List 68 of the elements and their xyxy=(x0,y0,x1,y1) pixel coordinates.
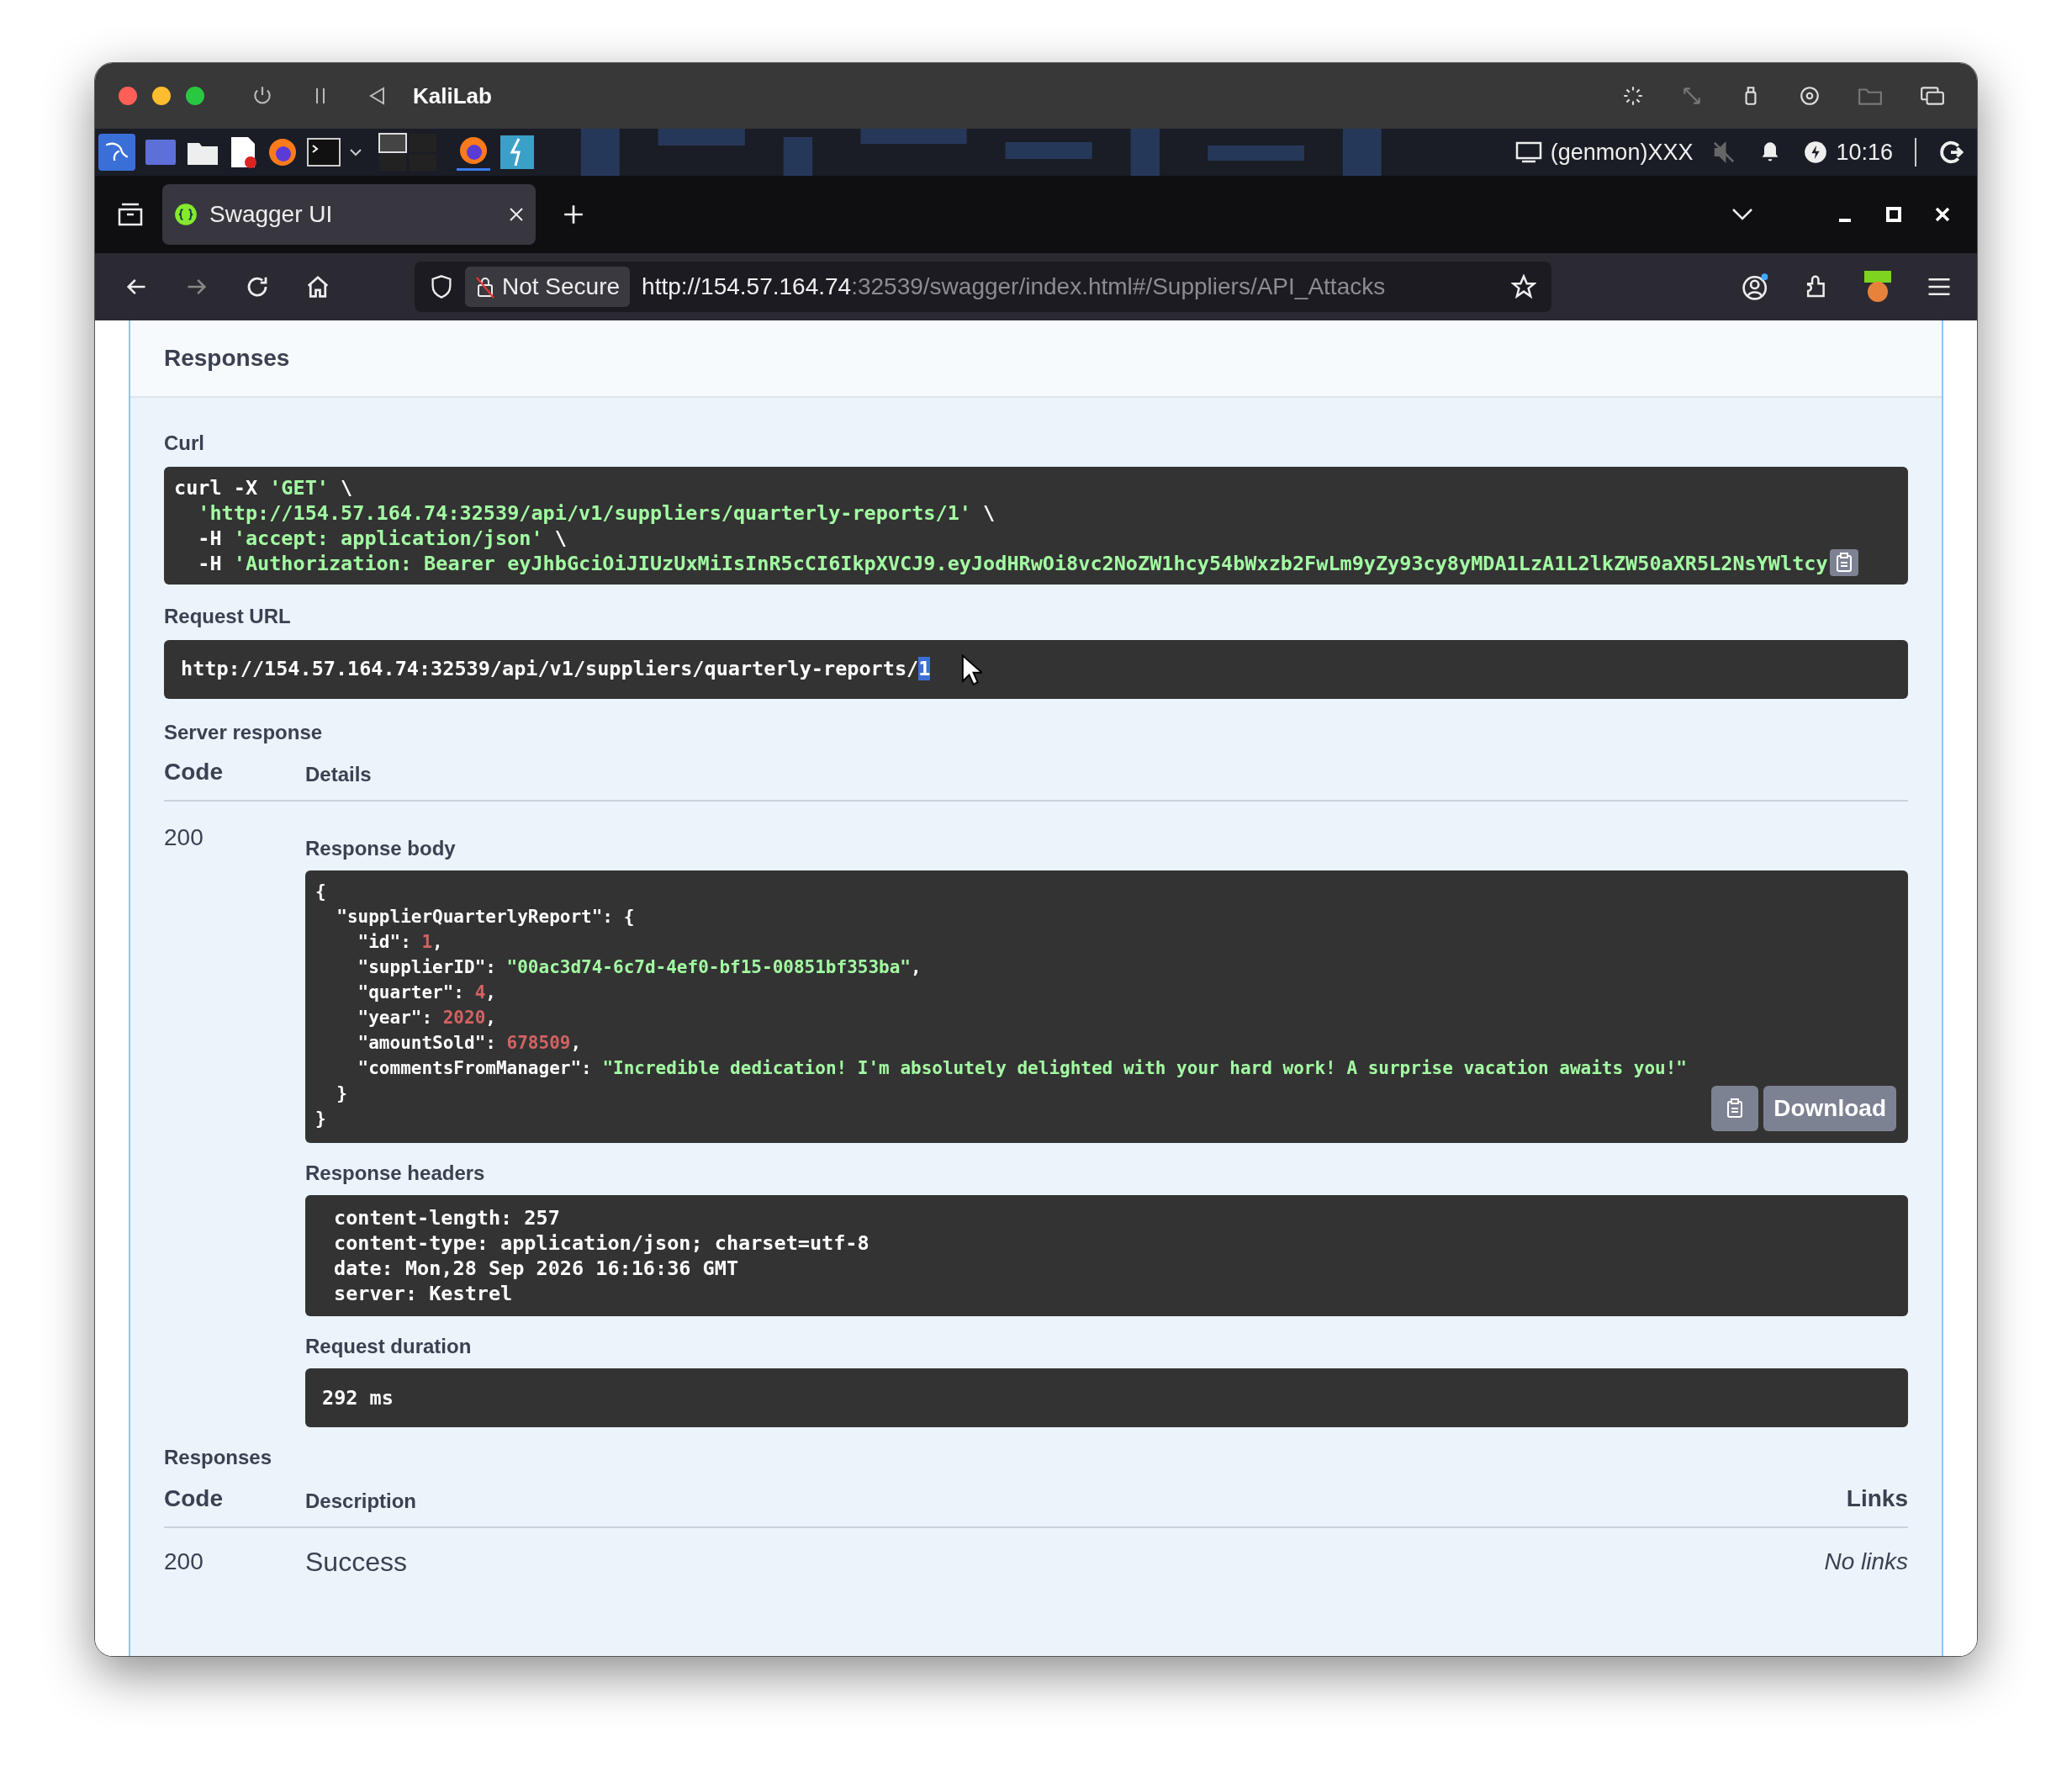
back-triangle-icon[interactable] xyxy=(367,86,386,106)
genmon-indicator: (genmon)XXX xyxy=(1550,138,1694,167)
terminal-icon[interactable] xyxy=(307,138,341,167)
column-header: Links xyxy=(1846,1484,1908,1513)
clock: 10:16 xyxy=(1836,138,1893,167)
curl-command: curl -X 'GET' \ 'http://154.57.164.74:32539/api/v1/suppliers/quarterly-reports/1' \ -H 'accept: application/json' \ -H 'Authorization: Bearer eyJhbGciOiJIUzUxMiIsInR5cCI6IkpXVCJ9.eyJodHRwOi8vc2NoZW1hcy54bWxzb2FwLm9yZy93cy8yMDA1LzA1L2lkZW50aXR5L2NsYWltcy xyxy=(174,475,1828,576)
close-tab-icon[interactable] xyxy=(509,207,524,222)
home-icon[interactable] xyxy=(305,274,330,299)
mouse-pointer-icon xyxy=(960,653,983,685)
request-url-label: Request URL xyxy=(164,604,292,629)
status-code: 200 xyxy=(164,1548,204,1576)
request-url: http://154.57.164.74:32539/api/v1/suppliers/quarterly-reports/1 xyxy=(181,656,931,683)
kali-menu-icon[interactable] xyxy=(98,134,135,171)
status-code: 200 xyxy=(164,823,204,852)
column-header: Code xyxy=(164,1484,224,1513)
download-button[interactable]: Download xyxy=(1763,1086,1896,1131)
power-manager-icon[interactable] xyxy=(1804,140,1828,164)
response-headers-label: Response headers xyxy=(305,1161,486,1186)
maximize-icon[interactable] xyxy=(1886,207,1901,222)
request-duration-value: 292 ms xyxy=(322,1385,394,1410)
clipboard-icon xyxy=(1834,553,1853,573)
not-secure-chip[interactable]: Not Secure xyxy=(465,267,631,307)
star-icon[interactable] xyxy=(1511,274,1536,299)
monitor-icon[interactable] xyxy=(1514,140,1542,164)
tab-title: Swagger UI xyxy=(209,200,333,229)
tab-tray-icon[interactable] xyxy=(117,202,144,227)
copy-button[interactable] xyxy=(1711,1086,1759,1131)
responses-label: Responses xyxy=(164,1445,273,1470)
clipboard-icon xyxy=(1726,1098,1745,1119)
new-tab-icon[interactable] xyxy=(563,204,584,225)
minimize-window-button[interactable] xyxy=(152,87,171,105)
copy-button[interactable] xyxy=(1829,549,1858,576)
menu-icon[interactable] xyxy=(1927,276,1952,298)
desktop-icon[interactable] xyxy=(144,138,177,167)
section-title: Responses xyxy=(164,344,290,373)
server-response-label: Server response xyxy=(164,720,324,745)
curl-label: Curl xyxy=(164,431,205,456)
chevron-down-icon[interactable] xyxy=(1731,208,1753,221)
resize-arrows-icon[interactable] xyxy=(1681,85,1703,107)
browser-tab[interactable]: Swagger UI xyxy=(162,184,536,245)
links-text: No links xyxy=(1824,1548,1908,1576)
chevron-down-icon[interactable] xyxy=(349,147,362,157)
response-description: Success xyxy=(305,1546,408,1579)
windows-icon[interactable] xyxy=(1920,85,1945,107)
window-title: KaliLab xyxy=(413,82,492,110)
close-window-button[interactable] xyxy=(119,87,137,105)
lightning-app-icon[interactable] xyxy=(500,135,534,169)
security-label: Not Secure xyxy=(502,272,621,301)
logout-icon[interactable] xyxy=(1938,140,1964,165)
column-header: Description xyxy=(305,1489,418,1514)
column-header: Code xyxy=(164,758,224,786)
disc-icon[interactable] xyxy=(1799,85,1821,107)
cursor-sparkle-icon[interactable] xyxy=(1622,85,1644,107)
zoom-window-button[interactable] xyxy=(186,87,204,105)
close-icon[interactable] xyxy=(1935,207,1950,222)
browser-icon[interactable] xyxy=(267,136,299,168)
response-body-label: Response body xyxy=(305,836,457,861)
url-text: http://154.57.164.74:32539/swagger/index.html#/Suppliers/API_Attacks xyxy=(642,272,1387,301)
shield-icon[interactable] xyxy=(430,274,453,299)
crossed-lock-icon xyxy=(475,275,495,299)
response-headers-text: content-length: 257 content-type: application/json; charset=utf-8 date: Mon,28 Sep 2026 16:16:36 GMT server: Kestrel xyxy=(334,1205,870,1306)
column-header: Details xyxy=(305,762,372,787)
address-bar[interactable]: Not Secure http://154.57.164.74:32539/swagger/index.html#/Suppliers/API_Attacks xyxy=(415,262,1551,312)
request-duration-label: Request duration xyxy=(305,1334,473,1359)
workspace-switcher-icon[interactable] xyxy=(378,132,438,172)
response-body-json: { "supplierQuarterlyReport": { "id": 1, "supplierID": "00ac3d74-6c7d-4ef0-bf15-00851bf353ba", "quarter": 4, "year": 2020, "amountSold": 678509, "commentsFromManager": "Incredible dedication! I'm absolutely delighted with your hard work! A surprise vacation awaits you!" } } xyxy=(315,881,1687,1130)
account-icon[interactable] xyxy=(1742,272,1770,301)
swagger-logo-icon xyxy=(174,203,198,226)
